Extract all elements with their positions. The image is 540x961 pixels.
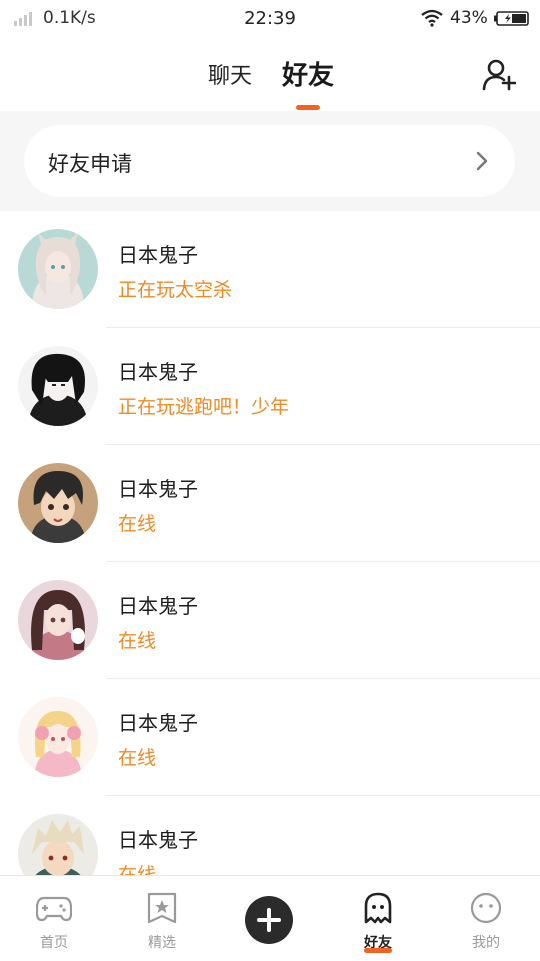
friend-list-item[interactable]: 日本鬼子 正在玩太空杀 — [0, 211, 540, 328]
friend-list-item[interactable]: 日本鬼子 在线 — [0, 562, 540, 679]
nav-home-label: 首页 — [40, 935, 68, 951]
active-nav-indicator — [364, 948, 392, 953]
avatar[interactable] — [18, 463, 98, 543]
friend-status: 在线 — [118, 630, 157, 652]
friend-list: 日本鬼子 正在玩太空杀 日本鬼子 正在玩逃跑吧！少年 日本鬼子 在线 日本鬼子 … — [0, 211, 540, 913]
friend-status: 正在玩逃跑吧！少年 — [118, 396, 290, 418]
friend-name: 日本鬼子 — [118, 243, 198, 267]
avatar[interactable] — [18, 580, 98, 660]
friend-status: 在线 — [118, 513, 157, 535]
nav-me-label: 我的 — [472, 935, 500, 951]
tab-chat[interactable]: 聊天 — [208, 58, 252, 90]
active-tab-indicator — [296, 105, 320, 110]
battery-icon — [494, 11, 529, 26]
gamepad-icon — [36, 896, 72, 922]
star-bookmark-icon — [147, 892, 177, 924]
ghost-icon — [364, 892, 392, 924]
wifi-icon — [421, 9, 443, 27]
top-header: 聊天 好友 — [0, 38, 540, 112]
tab-friends[interactable]: 好友 — [282, 55, 334, 92]
friend-status: 正在玩太空杀 — [118, 279, 233, 301]
nav-me[interactable]: 我的 — [432, 876, 540, 961]
battery-percent: 43% — [450, 8, 488, 28]
face-icon — [470, 892, 502, 924]
friend-list-item[interactable]: 日本鬼子 正在玩逃跑吧！少年 — [0, 328, 540, 445]
nav-featured[interactable]: 精选 — [108, 876, 216, 961]
friend-list-item[interactable]: 日本鬼子 在线 — [0, 679, 540, 796]
create-button[interactable] — [245, 896, 293, 944]
avatar[interactable] — [18, 697, 98, 777]
friend-name: 日本鬼子 — [118, 477, 198, 501]
nav-home[interactable]: 首页 — [0, 876, 108, 961]
status-bar: 0.1K/s 22:39 43% — [0, 0, 540, 38]
friend-name: 日本鬼子 — [118, 594, 198, 618]
friend-name: 日本鬼子 — [118, 360, 198, 384]
add-user-icon[interactable] — [482, 58, 516, 92]
plus-icon — [257, 908, 281, 932]
avatar[interactable] — [18, 346, 98, 426]
nav-friends[interactable]: 好友 — [324, 876, 432, 961]
friend-list-item[interactable]: 日本鬼子 在线 — [0, 445, 540, 562]
avatar[interactable] — [18, 229, 98, 309]
friend-status: 在线 — [118, 747, 157, 769]
friend-name: 日本鬼子 — [118, 711, 198, 735]
friend-name: 日本鬼子 — [118, 828, 198, 852]
friend-request-section: 好友申请 — [0, 111, 540, 211]
bottom-nav: 首页 精选 好友 我的 — [0, 875, 540, 961]
friend-request-button[interactable]: 好友申请 — [24, 125, 515, 197]
nav-featured-label: 精选 — [148, 935, 176, 951]
friend-request-label: 好友申请 — [48, 152, 132, 176]
chevron-right-icon — [476, 151, 488, 171]
